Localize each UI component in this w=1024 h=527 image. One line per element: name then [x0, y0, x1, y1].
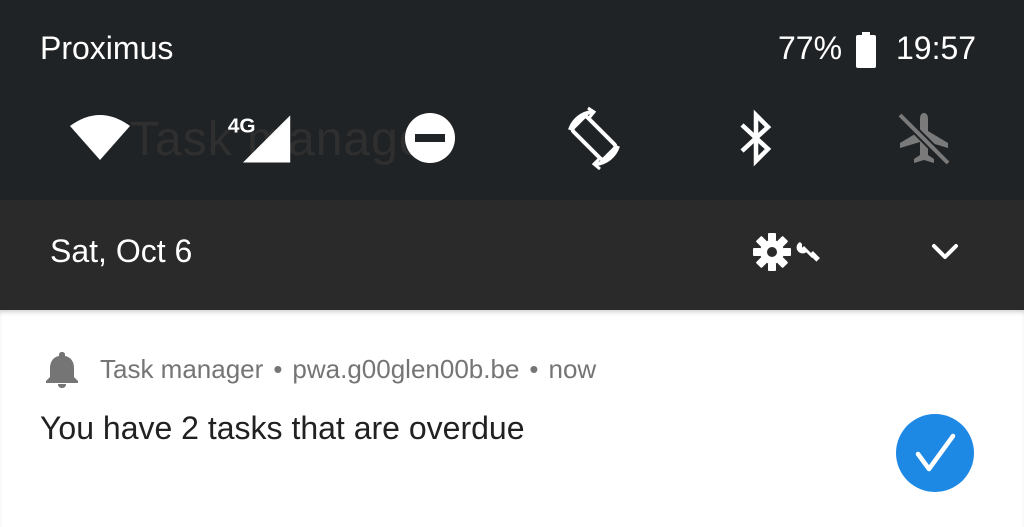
notification-app-name: Task manager: [100, 353, 264, 384]
wrench-icon: [796, 242, 820, 262]
battery-icon: [856, 32, 876, 68]
header-separator: •: [529, 353, 539, 384]
do-not-disturb-tile[interactable]: [396, 106, 464, 170]
date-bar: Sat, Oct 6: [0, 200, 1024, 310]
header-separator: •: [273, 353, 283, 384]
notification-source: pwa.g00glen00b.be: [292, 353, 520, 384]
airplane-mode-tile[interactable]: [890, 106, 958, 170]
expand-button[interactable]: [926, 234, 964, 270]
bluetooth-icon: [740, 109, 772, 167]
wifi-icon: [70, 115, 130, 160]
signal-4g-icon: 4G: [228, 114, 291, 163]
chevron-down-icon: [932, 244, 958, 259]
status-bar: Proximus 77% 19:57: [0, 0, 1024, 100]
signal-4g-label: 4G: [228, 114, 256, 137]
do-not-disturb-icon: [405, 113, 455, 163]
wifi-tile[interactable]: [66, 106, 134, 170]
airplane-off-icon: [897, 112, 951, 166]
notification-card[interactable]: Task manager • pwa.g00glen00b.be • now Y…: [0, 310, 1024, 527]
carrier-name: Proximus: [40, 30, 174, 66]
quick-settings-panel: Task manager Proximus 77% 19:57 4G: [0, 0, 1024, 200]
notification-header: Task manager • pwa.g00glen00b.be • now: [44, 350, 596, 388]
battery-percentage: 77%: [778, 30, 843, 66]
check-icon: [896, 414, 974, 492]
mobile-data-tile[interactable]: 4G: [226, 106, 294, 170]
bell-icon: [46, 352, 78, 388]
bluetooth-tile[interactable]: [722, 106, 790, 170]
notification-message: You have 2 tasks that are overdue: [40, 410, 525, 446]
auto-rotate-icon: [568, 106, 620, 170]
gear-icon: [753, 233, 791, 271]
clock: 19:57: [896, 30, 977, 66]
date-label: Sat, Oct 6: [50, 233, 193, 269]
settings-button[interactable]: [752, 232, 828, 272]
notification-time: now: [548, 353, 597, 384]
notification-shade: Task manager Proximus 77% 19:57 4G Sat, …: [0, 0, 1024, 527]
auto-rotate-tile[interactable]: [560, 106, 628, 170]
